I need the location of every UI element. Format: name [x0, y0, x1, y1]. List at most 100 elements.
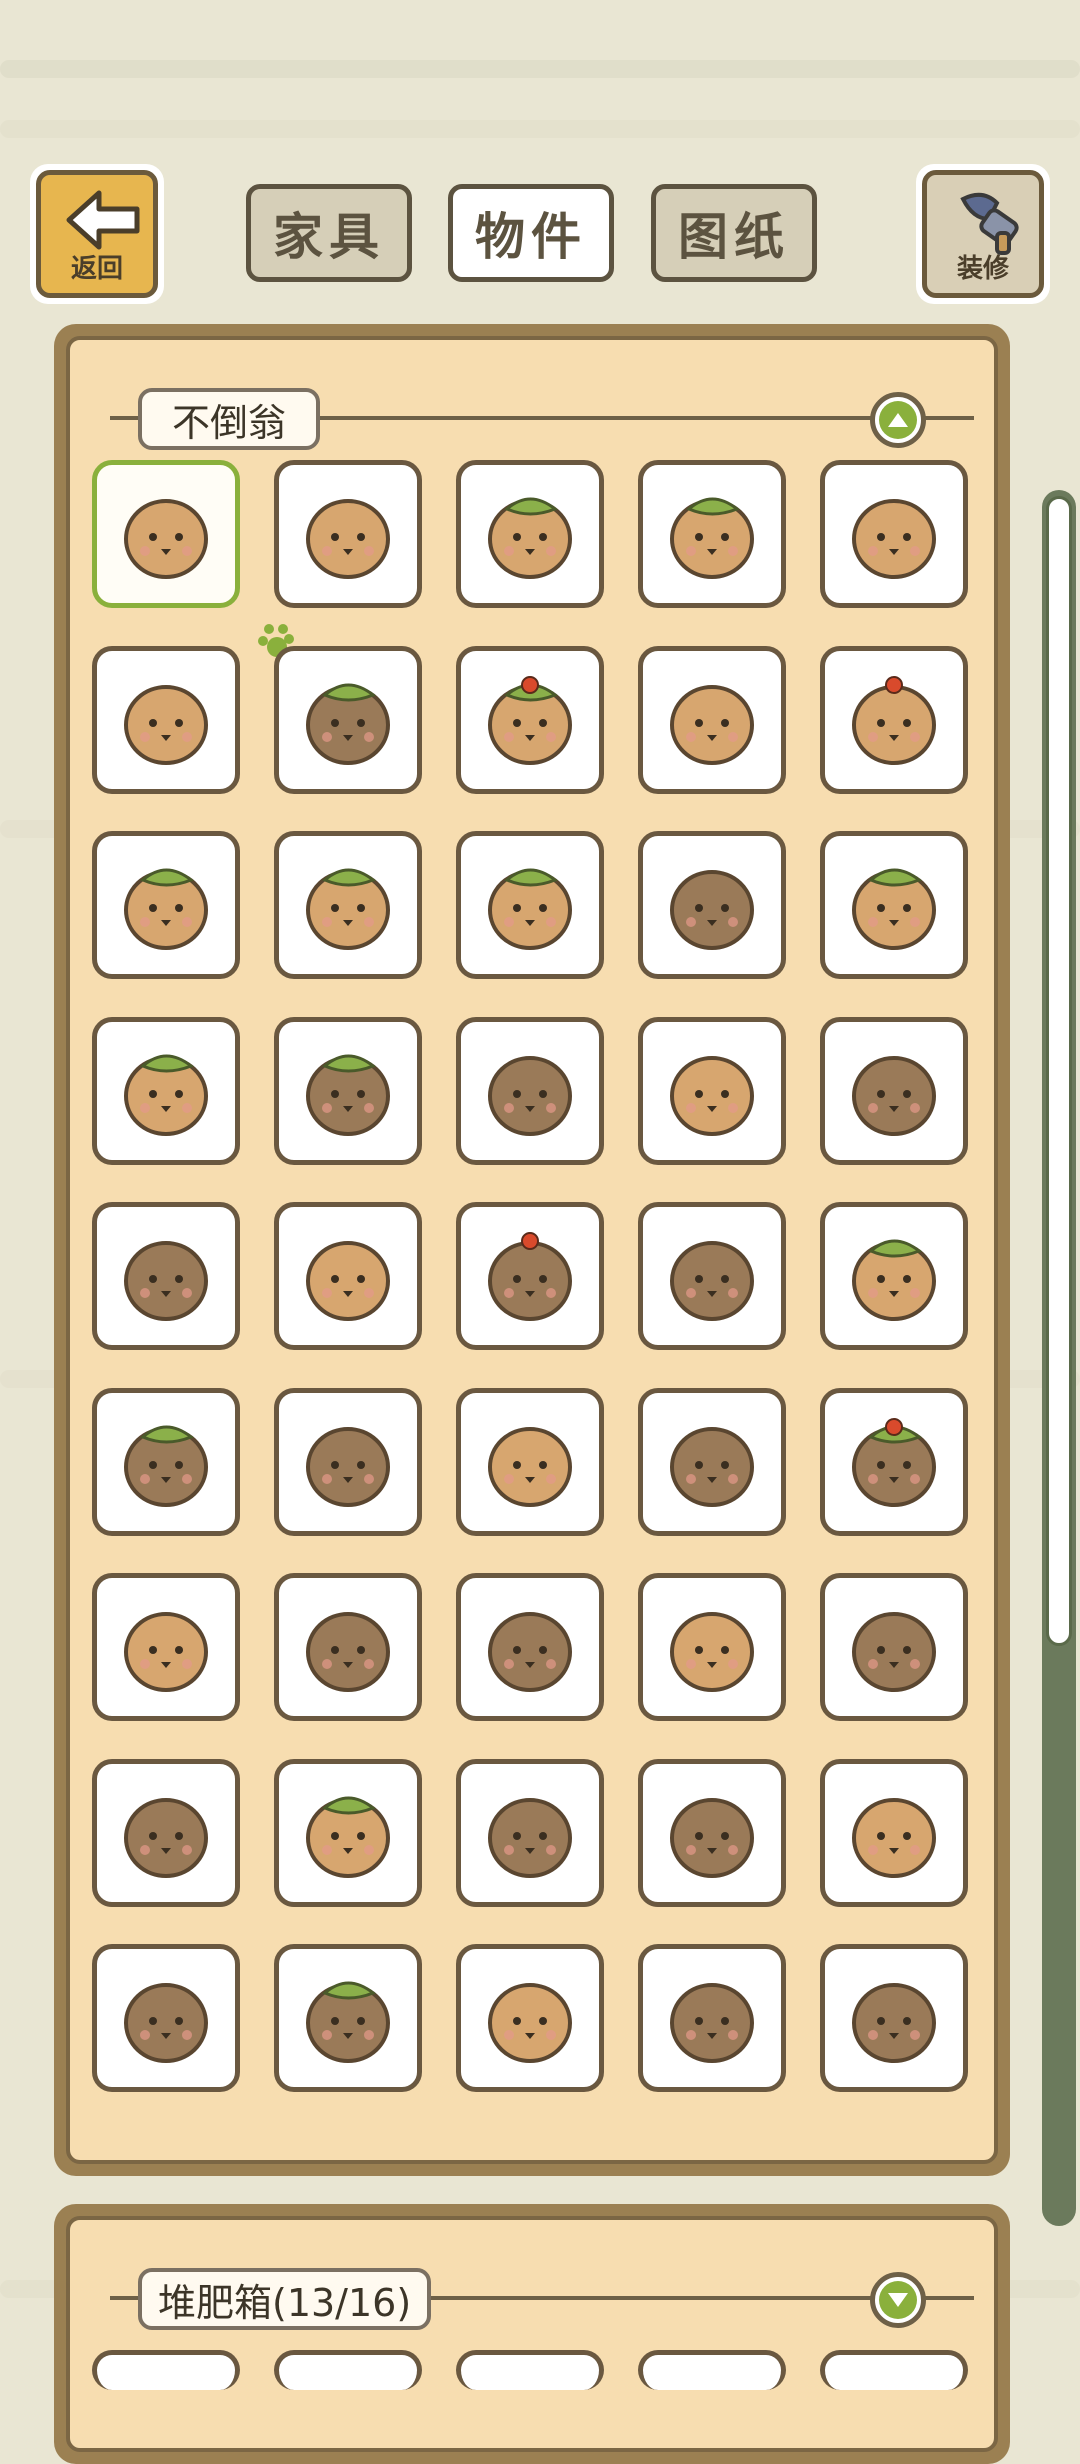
tumbler-item[interactable]	[274, 1758, 422, 1907]
tumbler-doll-icon	[852, 1612, 936, 1692]
item-cell[interactable]	[820, 2350, 968, 2390]
tumbler-item[interactable]	[274, 645, 422, 794]
tumbler-item[interactable]	[456, 460, 604, 608]
tumbler-doll-icon	[488, 497, 572, 579]
scrollbar[interactable]	[1042, 490, 1076, 2226]
tumbler-item[interactable]	[92, 460, 294, 657]
tumbler-item[interactable]	[92, 1573, 240, 1721]
tumbler-item[interactable]	[456, 1758, 604, 1907]
tumbler-doll-icon	[124, 1241, 208, 1321]
tumbler-doll-icon	[670, 1612, 754, 1692]
tumbler-item[interactable]	[456, 1202, 604, 1350]
tumbler-doll-icon	[306, 868, 390, 950]
tumbler-item[interactable]	[92, 1387, 240, 1536]
tumbler-doll-icon	[488, 1426, 572, 1507]
back-label: 返回	[70, 254, 123, 284]
tumbler-item[interactable]	[92, 1944, 240, 2092]
compost-panel: 堆肥箱(13/16)	[54, 2204, 1010, 2464]
tab-blueprints[interactable]: 图纸	[651, 184, 817, 282]
tumbler-doll-icon	[670, 1426, 754, 1507]
tumbler-item[interactable]	[456, 1944, 604, 2092]
tumbler-doll-icon	[670, 870, 754, 950]
tumbler-doll-icon	[306, 1241, 390, 1321]
tumbler-doll-icon	[124, 1983, 208, 2063]
tumbler-item[interactable]	[456, 831, 604, 979]
tumbler-item[interactable]	[456, 645, 604, 794]
tumbler-doll-icon	[488, 1612, 572, 1692]
tumbler-doll-icon	[306, 1426, 390, 1507]
tumbler-doll-icon	[852, 868, 936, 950]
tumbler-item[interactable]	[638, 460, 786, 608]
tumbler-doll-icon	[306, 1054, 390, 1136]
tumbler-doll-icon	[124, 499, 208, 579]
tumbler-item[interactable]	[274, 1387, 422, 1536]
tumbler-item[interactable]	[274, 831, 422, 979]
tumbler-doll-icon	[488, 1983, 572, 2063]
tumbler-item[interactable]	[820, 1387, 968, 1536]
tumbler-doll-icon	[670, 1797, 754, 1878]
tab-items[interactable]: 物件	[448, 184, 614, 282]
tumbler-item[interactable]	[820, 1758, 968, 1907]
tumbler-item[interactable]	[638, 1016, 786, 1165]
item-cell[interactable]	[92, 2350, 240, 2390]
tumbler-item[interactable]	[820, 1202, 968, 1350]
tumbler-doll-icon	[488, 1797, 572, 1878]
tumbler-item[interactable]	[92, 1016, 240, 1165]
tumbler-panel: 不倒翁	[54, 324, 1010, 2176]
tumbler-item[interactable]	[638, 1387, 786, 1536]
tumbler-item[interactable]	[274, 460, 422, 608]
back-button[interactable]: 返回	[30, 164, 164, 304]
tumbler-item[interactable]	[92, 1758, 240, 1907]
decorate-button[interactable]: 装修	[916, 164, 1050, 304]
tumbler-item[interactable]	[820, 831, 968, 979]
expand-button[interactable]	[870, 2272, 926, 2328]
tumbler-item[interactable]	[456, 1016, 604, 1165]
tumbler-item[interactable]	[92, 645, 240, 794]
tumbler-item[interactable]	[820, 645, 968, 794]
tumbler-doll-icon	[852, 499, 936, 579]
section-title: 堆肥箱(13/16)	[138, 2268, 432, 2330]
tumbler-item[interactable]	[638, 1758, 786, 1907]
tumbler-item[interactable]	[820, 1573, 968, 1721]
tumbler-item[interactable]	[638, 831, 786, 979]
tumbler-item[interactable]	[820, 460, 968, 608]
tumbler-item[interactable]	[92, 831, 240, 979]
item-cell[interactable]	[456, 2350, 604, 2390]
chevron-up-icon	[888, 413, 908, 427]
tumbler-item[interactable]	[456, 1387, 604, 1536]
tumbler-item[interactable]	[274, 1944, 422, 2092]
tumbler-item[interactable]	[456, 1573, 604, 1721]
tumbler-doll-icon	[306, 1981, 390, 2063]
tumbler-item[interactable]	[638, 1202, 786, 1350]
tumbler-doll-icon	[852, 1983, 936, 2063]
tumbler-item[interactable]	[638, 1573, 786, 1721]
tumbler-item[interactable]	[638, 1944, 786, 2092]
tumbler-item[interactable]	[274, 1202, 422, 1350]
tumbler-doll-icon	[488, 675, 572, 765]
tumbler-doll-icon	[670, 1055, 754, 1136]
chevron-down-icon	[888, 2293, 908, 2307]
section-title: 不倒翁	[138, 388, 321, 450]
tumbler-doll-icon	[124, 868, 208, 950]
item-cell[interactable]	[638, 2350, 786, 2390]
tumbler-item[interactable]	[274, 1573, 422, 1721]
tumbler-item[interactable]	[274, 1016, 422, 1165]
tab-furniture[interactable]: 家具	[246, 184, 412, 282]
tumbler-item[interactable]	[820, 1944, 968, 2092]
tumbler-doll-icon	[670, 1241, 754, 1321]
arrow-left-icon	[66, 190, 140, 250]
tumbler-doll-icon	[306, 1796, 390, 1878]
item-cell[interactable]	[274, 2350, 422, 2390]
tumbler-doll-icon	[124, 1425, 208, 1507]
tumbler-doll-icon	[488, 1232, 572, 1321]
collapse-button[interactable]	[870, 392, 926, 448]
tumbler-doll-icon	[852, 1055, 936, 1136]
scrollbar-thumb[interactable]	[1046, 496, 1072, 1646]
tumbler-doll-icon	[488, 868, 572, 950]
tumbler-item[interactable]	[92, 1202, 240, 1350]
tumbler-doll-icon	[852, 675, 936, 765]
tumbler-item[interactable]	[638, 645, 786, 794]
tumbler-doll-icon	[670, 684, 754, 765]
tumbler-item[interactable]	[820, 1016, 968, 1165]
tumbler-doll-icon	[306, 499, 390, 579]
